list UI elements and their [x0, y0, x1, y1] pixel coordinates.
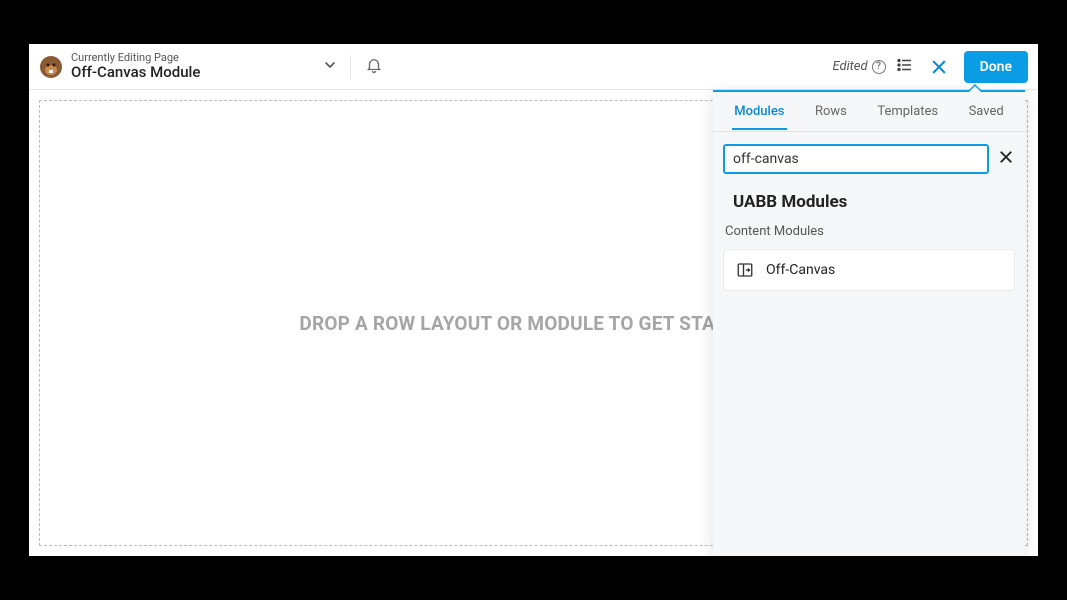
- search-input[interactable]: [723, 144, 989, 174]
- canvas-placeholder: DROP A ROW LAYOUT OR MODULE TO GET START…: [299, 312, 767, 335]
- tab-rows[interactable]: Rows: [811, 94, 851, 129]
- page-title: Off-Canvas Module: [71, 64, 200, 81]
- tab-saved[interactable]: Saved: [965, 94, 1008, 129]
- content-panel: Modules Rows Templates Saved UABB Module…: [713, 90, 1025, 556]
- edited-status[interactable]: Edited ?: [832, 59, 885, 74]
- divider: [350, 55, 351, 79]
- module-off-canvas[interactable]: Off-Canvas: [723, 249, 1015, 291]
- help-icon: ?: [872, 60, 886, 74]
- page-title-block[interactable]: Currently Editing Page Off-Canvas Module: [71, 52, 200, 81]
- off-canvas-icon: [736, 261, 754, 279]
- module-label: Off-Canvas: [766, 262, 835, 278]
- close-panel-icon[interactable]: [924, 52, 954, 82]
- done-button[interactable]: Done: [964, 51, 1028, 83]
- module-group-heading: UABB Modules: [713, 182, 1025, 218]
- outline-icon[interactable]: [896, 56, 914, 78]
- clear-search-icon[interactable]: [997, 148, 1015, 170]
- edited-label: Edited: [832, 59, 867, 74]
- tab-templates[interactable]: Templates: [873, 94, 942, 129]
- module-sub-heading: Content Modules: [713, 218, 1025, 249]
- beaver-logo-icon: [39, 55, 63, 79]
- panel-tabs: Modules Rows Templates Saved: [713, 92, 1025, 132]
- notifications-icon[interactable]: [361, 52, 387, 82]
- tab-modules[interactable]: Modules: [730, 94, 788, 129]
- chevron-down-icon[interactable]: [320, 55, 340, 78]
- search-row: [713, 132, 1025, 182]
- topbar: Currently Editing Page Off-Canvas Module…: [29, 44, 1038, 90]
- editor-window: Currently Editing Page Off-Canvas Module…: [29, 44, 1038, 556]
